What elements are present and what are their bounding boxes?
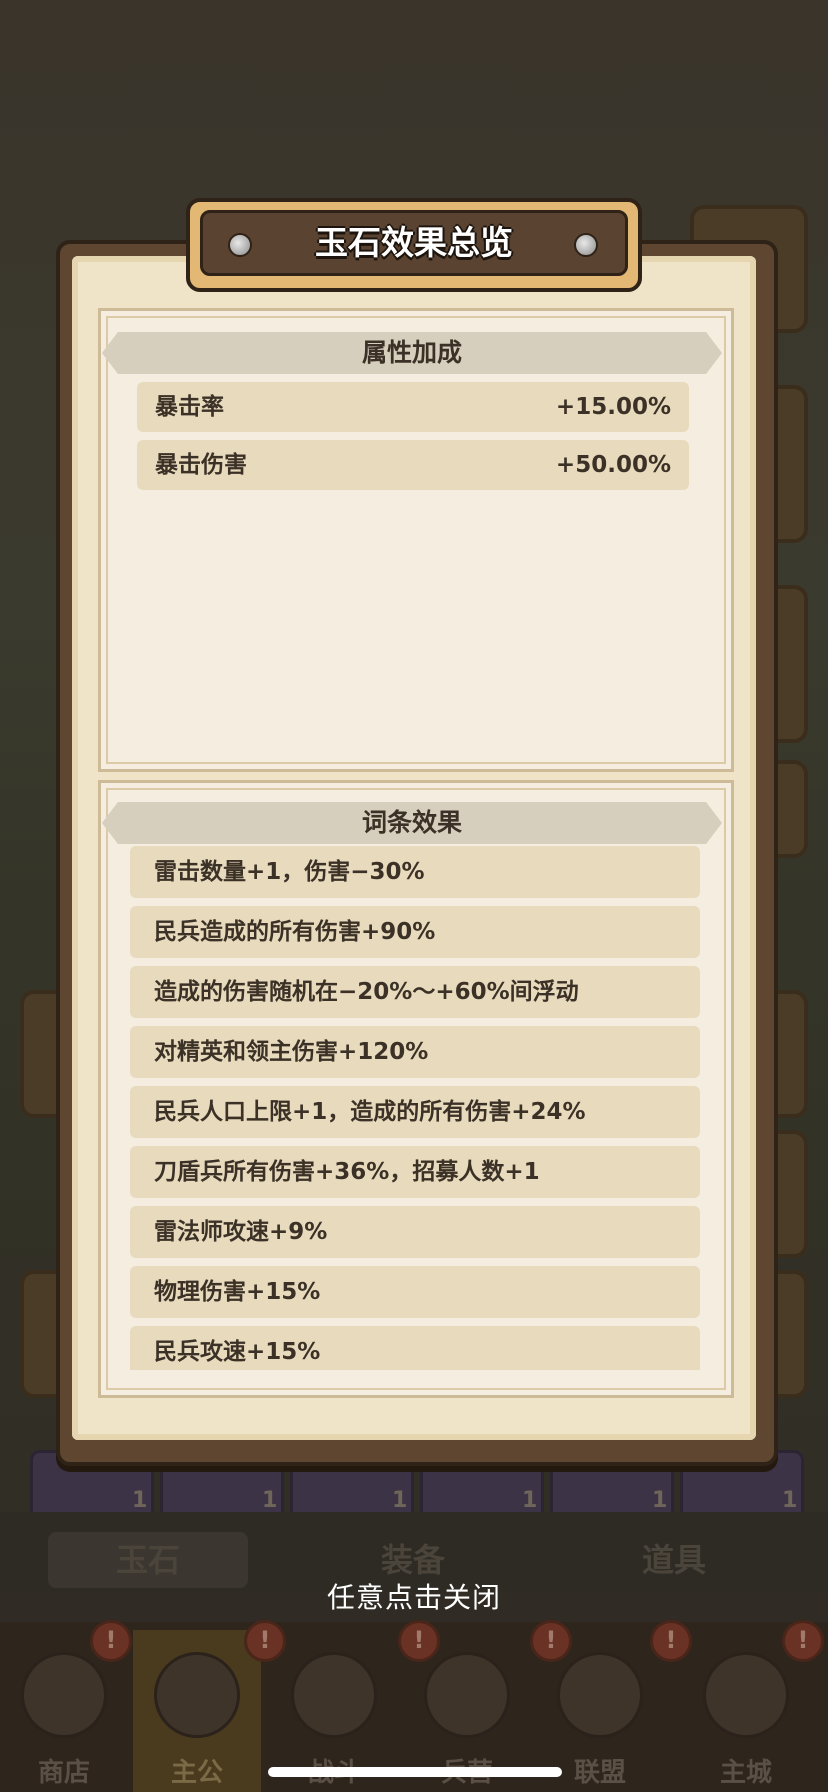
close-hint[interactable]: 任意点击关闭 <box>0 1576 828 1616</box>
affix-item: 民兵人口上限+1，造成的所有伤害+24% <box>130 1086 700 1138</box>
affix-item: 民兵攻速+15% <box>130 1326 700 1370</box>
attribute-row: 暴击率 +15.00% <box>137 382 689 432</box>
attribute-panel <box>98 308 734 772</box>
attribute-value: +50.00% <box>555 452 671 478</box>
affix-scroll-list[interactable]: 雷击数量+1，伤害−30% 民兵造成的所有伤害+90% 造成的伤害随机在−20%… <box>130 846 700 1370</box>
affix-item: 造成的伤害随机在−20%～+60%间浮动 <box>130 966 700 1018</box>
affix-item: 对精英和领主伤害+120% <box>130 1026 700 1078</box>
nav-label: 主公 <box>170 1758 223 1788</box>
city-icon <box>703 1652 789 1738</box>
affix-list: 雷击数量+1，伤害−30% 民兵造成的所有伤害+90% 造成的伤害随机在−20%… <box>130 846 700 1370</box>
nav-lord[interactable]: 主公 <box>133 1630 261 1792</box>
alliance-icon <box>557 1652 643 1738</box>
bg-item-count: 1 <box>652 1488 668 1513</box>
alert-badge-icon: ! <box>90 1620 132 1662</box>
alert-badge-icon: ! <box>650 1620 692 1662</box>
home-indicator[interactable] <box>268 1767 562 1777</box>
bg-item-count: 1 <box>392 1488 408 1513</box>
bg-item-count: 1 <box>262 1488 278 1513</box>
barracks-icon <box>424 1652 510 1738</box>
affix-item: 雷击数量+1，伤害−30% <box>130 846 700 898</box>
affix-item: 物理伤害+15% <box>130 1266 700 1318</box>
nav-label: 商店 <box>37 1758 90 1788</box>
alert-badge-icon: ! <box>398 1620 440 1662</box>
affix-header: 词条效果 <box>102 802 722 844</box>
nav-label: 主城 <box>719 1758 772 1788</box>
alert-badge-icon: ! <box>244 1620 286 1662</box>
shop-icon <box>21 1652 107 1738</box>
attribute-row: 暴击伤害 +50.00% <box>137 440 689 490</box>
affix-item: 民兵造成的所有伤害+90% <box>130 906 700 958</box>
dialog-title: 玉石效果总览 <box>315 223 513 262</box>
alert-badge-icon: ! <box>782 1620 824 1662</box>
affix-item: 刀盾兵所有伤害+36%，招募人数+1 <box>130 1146 700 1198</box>
attribute-header: 属性加成 <box>102 332 722 374</box>
attribute-name: 暴击伤害 <box>155 452 247 478</box>
alert-badge-icon: ! <box>530 1620 572 1662</box>
affix-item: 雷法师攻速+9% <box>130 1206 700 1258</box>
lord-icon <box>154 1652 240 1738</box>
battle-icon <box>291 1652 377 1738</box>
bg-item-count: 1 <box>782 1488 798 1513</box>
attribute-value: +15.00% <box>555 394 671 420</box>
attribute-name: 暴击率 <box>155 394 224 420</box>
bg-item-count: 1 <box>522 1488 538 1513</box>
bg-item-count: 1 <box>132 1488 148 1513</box>
